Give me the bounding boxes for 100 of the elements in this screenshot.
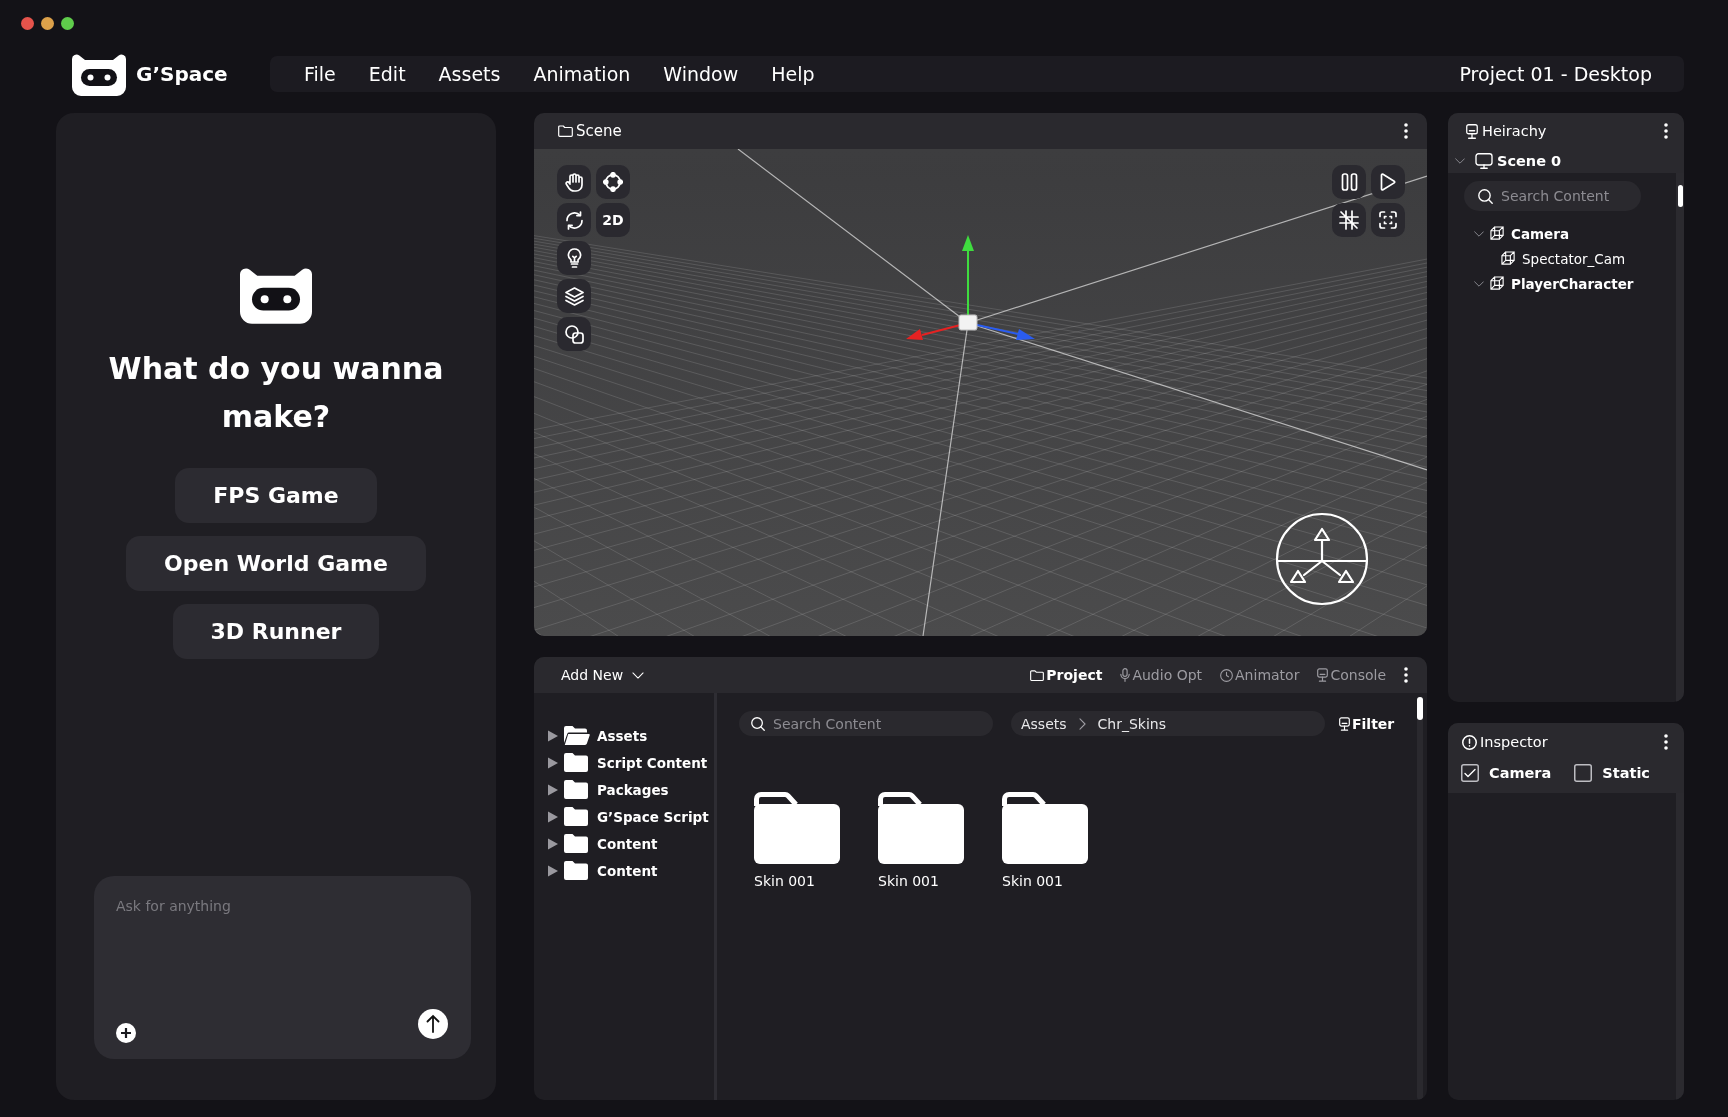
tree-item-label[interactable]: Scene 0 [1497, 153, 1562, 169]
tree-item-label[interactable]: Camera [1511, 225, 1569, 242]
panel-tab[interactable]: Animator [1220, 667, 1300, 683]
option-label: Camera [1489, 765, 1552, 781]
pause-button[interactable] [1332, 165, 1366, 199]
scrollbar-thumb[interactable] [1417, 697, 1423, 720]
menu-item[interactable]: Edit [368, 63, 406, 85]
minimize-button[interactable] [41, 17, 54, 30]
suggestion-button[interactable]: 3D Runner [172, 604, 380, 659]
tree-item-label[interactable]: Spectator_Cam [1522, 250, 1626, 267]
folder-label[interactable]: Content [597, 862, 658, 879]
filter-button[interactable]: Filter [1339, 715, 1395, 732]
pause-icon [1340, 173, 1358, 191]
lightbulb-icon [566, 248, 582, 268]
kebab-menu-icon[interactable] [1404, 667, 1408, 683]
triangle-right-icon[interactable] [548, 783, 558, 796]
project-title: Project 01 - Desktop [1459, 63, 1652, 85]
search-bar[interactable]: Search Content [1464, 181, 1641, 211]
clock-icon [1220, 668, 1234, 682]
monitor-stand-icon [1466, 123, 1478, 139]
play-icon [1380, 173, 1396, 191]
add-new-button[interactable]: Add New [561, 667, 645, 683]
menu-item[interactable]: Window [663, 63, 739, 85]
menu-item[interactable]: Animation [533, 63, 631, 85]
circle-nodes-icon [603, 172, 623, 192]
layers-button[interactable] [557, 279, 591, 313]
hand-tool-button[interactable] [557, 165, 591, 199]
cube-icon [1501, 251, 1516, 266]
suggestion-button[interactable]: FPS Game [175, 468, 377, 523]
kebab-menu-icon[interactable] [1664, 734, 1668, 750]
move-tool-button[interactable] [596, 165, 630, 199]
breadcrumb-link[interactable]: Chr_Skins [1097, 715, 1167, 732]
panel-tab[interactable]: Project [1030, 667, 1103, 683]
tree-item-label[interactable]: PlayerCharacter [1511, 275, 1634, 292]
chevron-down-icon [632, 671, 645, 679]
menu-item[interactable]: File [304, 63, 336, 85]
file-label: Skin 001 [878, 873, 940, 889]
menu-item[interactable]: Help [771, 63, 815, 85]
triangle-right-icon[interactable] [548, 810, 558, 823]
folder-label[interactable]: Packages [597, 781, 669, 798]
panel-title: Inspector [1480, 734, 1548, 750]
attach-button[interactable] [116, 1023, 136, 1043]
search-bar[interactable]: Search Content [739, 711, 993, 736]
search-field[interactable]: Search Content [1501, 188, 1631, 204]
panel-title: Heirachy [1482, 123, 1547, 139]
search-icon [1478, 188, 1493, 204]
shapes-button[interactable] [557, 317, 591, 351]
zoom-button[interactable] [61, 17, 74, 30]
panel-tab[interactable]: Console [1317, 667, 1386, 683]
folder-label[interactable]: Script Content [597, 754, 708, 771]
focus-button[interactable] [1371, 203, 1405, 237]
view-mode-button[interactable]: 2D [596, 203, 630, 237]
menu-item[interactable]: Assets [438, 63, 501, 85]
option-label: Static [1602, 765, 1650, 781]
suggestion-button[interactable]: Open World Game [126, 536, 426, 591]
folder-icon[interactable] [1002, 792, 1088, 864]
file-label: Skin 001 [1002, 873, 1064, 889]
search-icon [751, 716, 765, 731]
folder-icon [1030, 669, 1045, 681]
monitor-icon [1475, 153, 1493, 169]
triangle-right-icon[interactable] [548, 756, 558, 769]
orientation-gizmo-icon[interactable] [1274, 511, 1370, 607]
triangle-right-icon[interactable] [548, 729, 558, 742]
hand-icon [564, 171, 584, 193]
prompt-heading: What do you wanna make? [107, 350, 445, 436]
rotate-tool-button[interactable] [557, 203, 591, 237]
scrollbar-thumb[interactable] [1677, 185, 1683, 207]
folder-label[interactable]: G’Space Script [597, 808, 709, 825]
triangle-right-icon[interactable] [548, 837, 558, 850]
light-button[interactable] [557, 241, 591, 275]
folder-label[interactable]: Content [597, 835, 658, 852]
rotate-arrows-icon [564, 210, 584, 230]
panel-tab[interactable]: Audio Opt [1120, 667, 1203, 683]
search-field[interactable]: Search Content [773, 715, 973, 732]
breadcrumb-link[interactable]: Assets [1021, 715, 1067, 732]
layers-icon [564, 286, 584, 306]
folder-icon [558, 125, 573, 137]
close-button[interactable] [21, 17, 34, 30]
grid-toggle-button[interactable] [1332, 203, 1366, 237]
cube-icon [1490, 226, 1505, 241]
send-button[interactable] [418, 1009, 448, 1039]
scan-frame-icon [1379, 211, 1397, 229]
folder-icon[interactable] [754, 792, 840, 864]
arrow-up-icon [418, 1009, 448, 1039]
checkbox[interactable] [1461, 764, 1479, 782]
checkbox[interactable] [1574, 764, 1593, 782]
triangle-right-icon[interactable] [548, 864, 558, 877]
kebab-menu-icon[interactable] [1404, 123, 1408, 139]
prompt-field[interactable]: Ask for anything [94, 876, 471, 1059]
folder-label[interactable]: Assets [597, 727, 648, 744]
microphone-icon [1120, 668, 1131, 682]
chevron-down-icon[interactable] [1474, 280, 1484, 287]
kebab-menu-icon[interactable] [1664, 123, 1668, 139]
chevron-right-icon [1078, 717, 1086, 730]
chevron-down-icon[interactable] [1455, 158, 1465, 164]
chevron-down-icon[interactable] [1474, 230, 1484, 237]
panel-title: Scene [576, 122, 622, 140]
folder-icon[interactable] [878, 792, 964, 864]
monitor-stand-icon [1317, 668, 1329, 682]
play-button[interactable] [1371, 165, 1405, 199]
